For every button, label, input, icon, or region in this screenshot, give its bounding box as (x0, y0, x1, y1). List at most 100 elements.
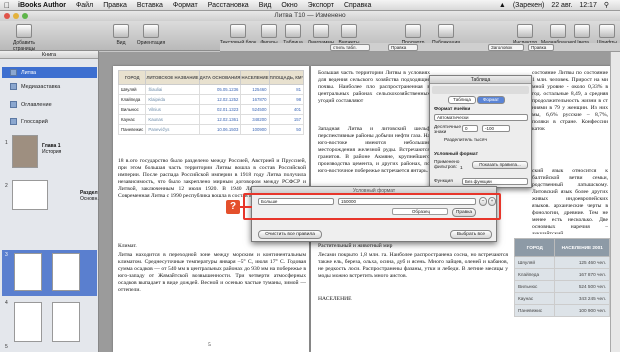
menu-insert[interactable]: Вставка (137, 2, 163, 9)
table-row[interactable]: Вильнюс Vilnius 02.01.1323 524500 401 (117, 104, 305, 115)
user-name[interactable]: (Зарекен) (513, 2, 544, 9)
minimize-window-button[interactable] (13, 13, 19, 19)
zoom-window-button[interactable] (22, 13, 28, 19)
menu-help[interactable]: Справка (344, 2, 371, 9)
menu-file[interactable]: Файл (76, 2, 93, 9)
menu-format[interactable]: Формат (173, 2, 198, 9)
show-rules-button[interactable]: Показать правила... (472, 161, 528, 169)
body-paragraph[interactable]: ский язык относится к балтийской ветви с… (532, 168, 608, 234)
table-style-select[interactable]: стиль табл. (330, 44, 370, 51)
menu-edit[interactable]: Правка (103, 2, 127, 9)
media-intro-icon (10, 83, 17, 90)
clear-rules-button[interactable]: Очистить все правила (258, 230, 322, 239)
table-row[interactable]: Каунас Kaunas 12.02.1361 348200 157 (117, 114, 305, 125)
orientation-icon (143, 24, 159, 38)
page-number-label: 5 (208, 342, 211, 348)
chapter-thumbnail[interactable] (12, 135, 38, 168)
sidebar-item-glossary[interactable]: Глоссарий (2, 116, 97, 127)
window-titlebar: Литва Т10 — Изменено (0, 11, 620, 21)
media-icon (550, 24, 566, 38)
section-number: 2 (5, 183, 8, 189)
paragraph-style-select[interactable]: Правка (388, 44, 418, 51)
table-row[interactable]: Паневежис Panevėžys 10.06.1503 100900 50 (117, 124, 305, 135)
thousands-separator-checkbox[interactable]: Разделитель тысяч (444, 138, 487, 143)
apple-icon[interactable]:  (4, 1, 10, 10)
cell-format-label: Формат ячейки (434, 107, 471, 112)
table-header[interactable]: ГОРОД (513, 238, 556, 257)
chapter-subtitle: История (42, 149, 62, 155)
add-page-icon (16, 24, 32, 38)
table-row[interactable]: Шяуляй 125 460 чел. (513, 256, 610, 269)
body-paragraph[interactable]: Литва находится в переходной зоне между … (118, 252, 306, 340)
tab-table[interactable]: Таблица (448, 96, 476, 104)
table-header[interactable]: ГОРОД (117, 70, 147, 85)
table-row[interactable]: Вильнюс 524 500 чел. (513, 280, 610, 293)
vertical-scrollbar[interactable] (610, 52, 620, 352)
text-box-icon (230, 24, 246, 38)
tab-format[interactable]: Формат (477, 96, 505, 104)
page-thumbnail[interactable] (52, 302, 80, 342)
page-number: 5 (5, 344, 8, 350)
negative-format-select[interactable]: -100 (482, 125, 510, 132)
table-row[interactable]: Паневежис 100 900 чел. (513, 304, 610, 317)
sidebar-item-book[interactable]: Литва (2, 67, 97, 78)
sidebar-item-toc[interactable]: Оглавление (2, 99, 97, 110)
search-icon[interactable]: ⚲ (604, 1, 609, 9)
menu-window[interactable]: Окно (281, 2, 297, 9)
section-heading[interactable]: НАСЕЛЕНИЕ (318, 296, 398, 304)
menu-view[interactable]: Вид (259, 2, 272, 9)
table-header[interactable]: ЛИТОВСКОЕ НАЗВАНИЕ (145, 70, 200, 85)
menu-time: 12:17 (579, 1, 597, 9)
table-row[interactable]: Шяуляй Šiauliai 05.05.1236 125460 81 (117, 84, 305, 95)
orientation-button[interactable]: Ориентация (134, 24, 168, 46)
function-select[interactable]: Без функции (462, 178, 528, 185)
section-heading[interactable]: Климат. (118, 243, 306, 251)
rule-highlight-box (243, 193, 501, 220)
publish-icon (438, 24, 454, 38)
view-button[interactable]: Вид (104, 24, 138, 46)
conditional-format-label: Условный формат (434, 152, 478, 157)
table-header[interactable]: НАСЕЛЕНИЕ (240, 70, 270, 85)
cities-table[interactable]: ГОРОД ЛИТОВСКОЕ НАЗВАНИЕ ДАТА ОСНОВАНИЯ … (117, 70, 305, 135)
window-title: Литва Т10 — Изменено (274, 12, 346, 19)
cell-format-select[interactable]: Автоматически (434, 114, 528, 121)
menu-arrange[interactable]: Расстановка (208, 2, 249, 9)
widget-icon (341, 24, 357, 38)
menu-export[interactable]: Экспорт (308, 2, 334, 9)
sidebar-item-media[interactable]: Медиазаставка (2, 81, 97, 92)
body-paragraph[interactable]: Лесами покрыто 1,8 млн. га. Наиболее рас… (318, 252, 508, 294)
section-thumbnail[interactable] (12, 180, 48, 210)
table-row[interactable]: Каунас 343 245 чел. (513, 292, 610, 305)
page-thumbnail[interactable] (14, 253, 42, 291)
decimals-field[interactable]: 0 (462, 125, 478, 132)
section-heading[interactable]: Растительный и животный мир (318, 243, 508, 251)
table-header[interactable]: НАСЕЛЕНИЕ 2001 (554, 238, 610, 257)
wifi-icon[interactable]: ▲ (499, 2, 506, 9)
table-icon (285, 24, 301, 38)
population-table[interactable]: ГОРОД НАСЕЛЕНИЕ 2001 Шяуляй 125 460 чел. … (513, 238, 610, 317)
table-row[interactable]: Клайпеда Klaipėda 12.02.1252 167870 98 (117, 94, 305, 105)
page-thumbnail[interactable] (14, 302, 42, 342)
body-paragraph[interactable]: состояние Литвы по состояние 1 млн. чело… (532, 70, 608, 130)
table-header[interactable]: ДАТА ОСНОВАНИЯ (198, 70, 242, 85)
add-pages-button[interactable]: Добавить страницы (2, 24, 46, 52)
body-paragraph[interactable]: Западная Литва и литовский шельф перспек… (318, 126, 430, 186)
menu-app-name[interactable]: iBooks Author (18, 2, 66, 9)
header-style-select[interactable]: Заголовок (488, 44, 524, 51)
page-number: 3 (5, 252, 8, 258)
body-paragraph[interactable]: Большая часть территории Литвы в условия… (318, 70, 430, 124)
zoom-select[interactable]: Правка (528, 44, 554, 51)
page-thumbnail[interactable] (52, 253, 80, 291)
table-row[interactable]: Клайпеда 167 870 чел. (513, 268, 610, 281)
inspector-tool-strip (432, 86, 529, 94)
function-label: Функция (434, 179, 453, 184)
book-icon (10, 69, 17, 76)
select-all-button[interactable]: Выбрать все (450, 230, 492, 239)
menu-date: 22 авг. (551, 1, 573, 9)
sidebar-header: Книга (0, 51, 98, 59)
shapes-icon (261, 24, 277, 38)
table-header[interactable]: ПЛОЩАДЬ, КМ² (268, 70, 305, 85)
inspector-icon (517, 24, 533, 38)
glossary-icon (10, 118, 17, 125)
close-window-button[interactable] (4, 13, 10, 19)
